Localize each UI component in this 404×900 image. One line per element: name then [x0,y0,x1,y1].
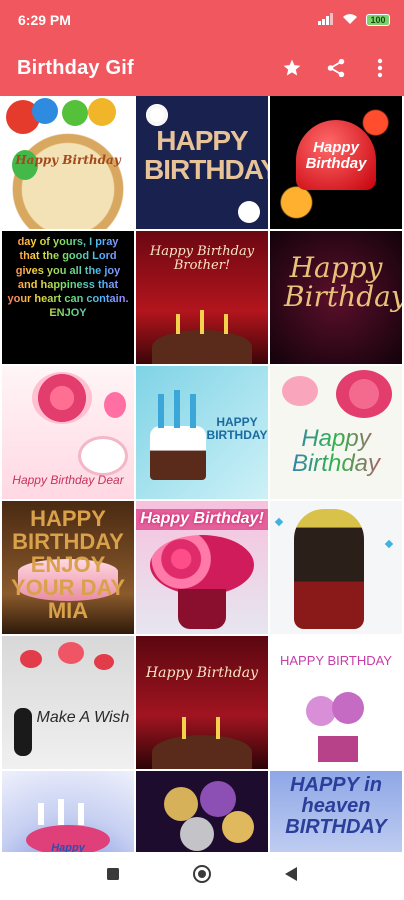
status-icons: 100 [318,12,390,28]
app-title: Birthday Gif [17,56,134,79]
status-bar: 6:29 PM 100 [0,0,404,40]
gif-tile[interactable]: HAPPY in heaven BIRTHDAY [270,771,402,852]
tile-caption: Happy Birthday Brother! [149,244,255,273]
gif-tile[interactable]: Happy Birthday [270,96,402,229]
battery-level: 100 [370,15,386,25]
tile-caption: HAPPY in heaven BIRTHDAY [285,774,387,838]
tile-caption: Make A Wish [36,709,130,726]
battery-icon: 100 [366,14,390,26]
tile-caption: HAPPY BIRTHDAY [280,653,392,668]
tile-caption: HAPPY BIRTHDAY [206,415,268,442]
gif-tile[interactable] [136,771,268,852]
square-icon [107,867,119,880]
share-button[interactable] [324,56,348,80]
tile-caption: Happy Birthday [305,139,367,172]
gif-tile[interactable]: Happy Birthday [270,366,402,499]
tile-caption: Happy Birthday! [136,509,268,530]
favorites-button[interactable] [280,56,304,80]
gif-tile[interactable] [270,501,402,634]
gif-tile[interactable]: HAPPY BIRTHDAY [270,636,402,769]
gif-tile[interactable]: Happy Birthday [270,231,402,364]
star-icon [283,59,301,76]
gif-tile[interactable]: HAPPY BIRTHDAY [136,366,268,499]
gif-tile[interactable]: Happy Birthday [136,636,268,769]
signal-icon [318,12,334,28]
triangle-back-icon [285,866,297,881]
gif-tile[interactable]: Happy Birthday Brother! [136,231,268,364]
tile-caption: Happy Birthday [15,153,121,167]
tile-caption: Happy Birthday [270,426,402,477]
more-options-button[interactable] [368,56,392,80]
tile-caption: Happy Birthday [284,251,402,314]
tile-caption: day of yours, I pray that the good Lord … [2,235,134,321]
wifi-icon [342,12,358,28]
tile-caption: HAPPY BIRTHDAY [144,125,268,186]
status-time: 6:29 PM [18,12,71,28]
navigation-bar [0,852,404,900]
app-bar: Birthday Gif [0,40,404,96]
tile-caption: Happy Birthday Dear [12,473,124,487]
gif-tile[interactable]: Make A Wish [2,636,134,769]
tile-caption: HAPPY BIRTHDAY ENJOY YOUR DAY MIA [10,506,126,624]
home-button[interactable] [192,864,212,889]
gif-tile[interactable]: Happy Birthday [2,96,134,229]
circle-icon [193,864,211,883]
more-vert-icon [377,58,383,78]
tile-caption: Happy [51,842,85,852]
gif-tile[interactable]: HAPPY BIRTHDAY ENJOY YOUR DAY MIA [2,501,134,634]
tile-caption: Happy Birthday [145,665,259,681]
gif-grid: Happy Birthday HAPPY BIRTHDAY Happy Birt… [2,96,402,852]
app-bar-actions [280,56,392,80]
gif-tile[interactable]: day of yours, I pray that the good Lord … [2,231,134,364]
share-icon [327,58,345,78]
back-button[interactable] [284,866,298,887]
gif-tile[interactable]: Happy Birthday! [136,501,268,634]
gif-tile[interactable]: Happy Birthday Dear [2,366,134,499]
recents-button[interactable] [106,867,120,886]
gif-tile[interactable]: HAPPY BIRTHDAY [136,96,268,229]
gif-tile[interactable]: Happy [2,771,134,852]
